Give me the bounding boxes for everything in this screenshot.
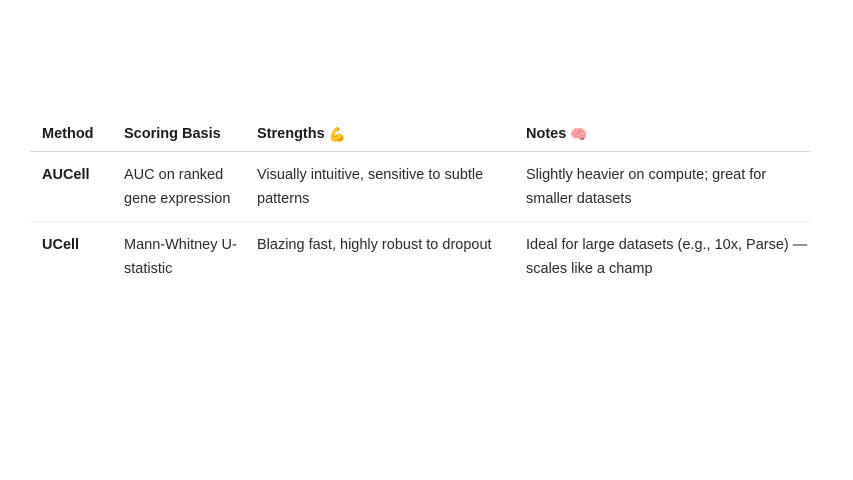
header-scoring-basis: Scoring Basis: [112, 116, 245, 152]
table-header: Method Scoring Basis Strengths 💪 Notes 🧠: [30, 116, 811, 152]
comparison-table: Method Scoring Basis Strengths 💪 Notes 🧠 A…: [30, 116, 811, 291]
header-strengths-label: Strengths: [257, 125, 325, 142]
cell-strengths: Visually intuitive, sensitive to subtle …: [245, 151, 514, 222]
brain-icon: 🧠: [570, 125, 588, 142]
cell-scoring-basis: AUC on ranked gene expression: [112, 151, 245, 222]
comparison-table-container: Method Scoring Basis Strengths 💪 Notes 🧠 A…: [30, 116, 811, 291]
header-strengths: Strengths 💪: [245, 116, 514, 152]
table-row: AUCell AUC on ranked gene expression Vis…: [30, 151, 811, 222]
cell-method: AUCell: [30, 151, 112, 222]
cell-strengths: Blazing fast, highly robust to dropout: [257, 237, 492, 253]
cell-method: UCell: [42, 237, 80, 253]
cell-notes: Slightly heavier on compute; great for s…: [514, 151, 811, 222]
header-row: Method Scoring Basis Strengths 💪 Notes 🧠: [30, 116, 811, 152]
header-notes: Notes 🧠: [514, 116, 811, 152]
table-row: UCell Mann-Whitney U-statistic Blazing f…: [30, 222, 811, 292]
header-method: Method: [30, 116, 112, 152]
cell-notes: Ideal for large datasets (e.g., 10x, Par…: [526, 237, 808, 277]
cell-scoring-basis: Mann-Whitney U-statistic: [124, 237, 237, 277]
header-notes-label: Notes: [526, 125, 567, 142]
flexed-biceps-icon: 💪: [328, 125, 347, 142]
table-body: AUCell AUC on ranked gene expression Vis…: [30, 151, 811, 292]
